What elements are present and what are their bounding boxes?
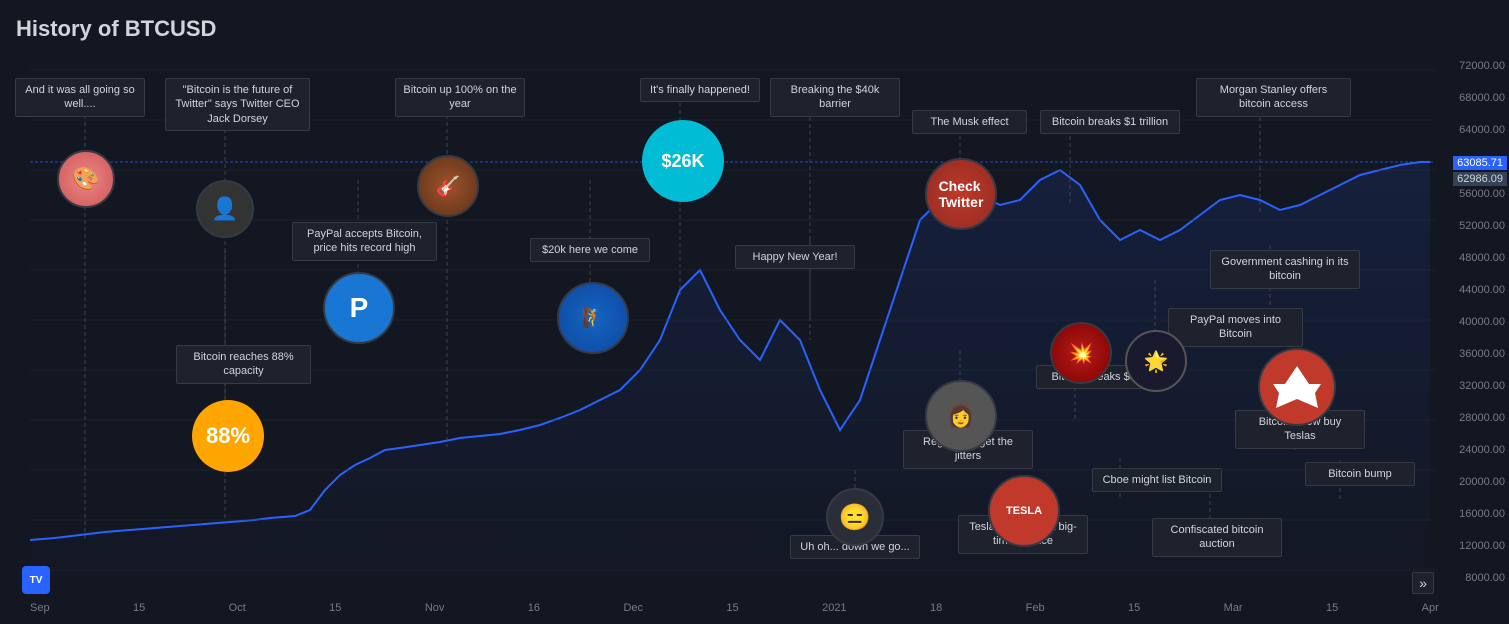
x-label-15c: 15 [726,602,738,614]
x-label-sep: Sep [30,602,50,614]
y-label-52k: 52000.00 [1459,220,1505,232]
x-label-oct: Oct [229,602,246,614]
y-label-72k: 72000.00 [1459,60,1505,72]
annotation-circle-20k: 🧗 [557,282,629,354]
annotation-circle-musk: CheckTwitter [925,158,997,230]
annotation-circle-50k: 💥 [1050,322,1112,384]
y-label-28k: 28000.00 [1459,412,1505,424]
y-label-64k: 64000.00 [1459,124,1505,136]
x-label-15a: 15 [133,602,145,614]
annotation-circle-tesla-bounce: TESLA [988,475,1060,547]
y-axis: 72000.00 68000.00 64000.00 60000.00 5600… [1459,0,1505,624]
annotation-circle-going-well: 🎨 [57,150,115,208]
x-label-15e: 15 [1326,602,1338,614]
nav-next-arrow[interactable]: » [1412,572,1434,594]
y-label-68k: 68000.00 [1459,92,1505,104]
annotation-circle-100pct: 🎸 [417,155,479,217]
x-label-2021: 2021 [822,602,846,614]
y-label-56k: 56000.00 [1459,188,1505,200]
annotation-circle-regulators: 👩 [925,380,997,452]
x-label-16: 16 [528,602,540,614]
y-label-48k: 48000.00 [1459,252,1505,264]
x-label-feb: Feb [1026,602,1045,614]
x-label-18: 18 [930,602,942,614]
x-label-15d: 15 [1128,602,1140,614]
price-chart [0,0,1509,624]
x-label-apr: Apr [1422,602,1439,614]
y-label-40k: 40000.00 [1459,316,1505,328]
tv-logo: TV [22,566,50,594]
y-label-24k: 24000.00 [1459,444,1505,456]
x-axis: Sep 15 Oct 15 Nov 16 Dec 15 2021 18 Feb … [30,602,1439,614]
chart-container: History of BTCUSD [0,0,1509,624]
annotation-circle-tesla-buy [1258,348,1336,426]
annotation-circle-paypal: P [323,272,395,344]
y-label-12k: 12000.00 [1459,540,1505,552]
x-label-nov: Nov [425,602,445,614]
price-prev-badge: 62986.09 [1453,172,1507,186]
x-label-mar: Mar [1224,602,1243,614]
x-label-dec: Dec [623,602,643,614]
price-current-badge: 63085.71 [1453,156,1507,170]
annotation-circle-88pct: 88% [192,400,264,472]
y-label-36k: 36000.00 [1459,348,1505,360]
annotation-circle-down: 😑 [826,488,884,546]
y-label-16k: 16000.00 [1459,508,1505,520]
annotation-circle-26k: $26K [642,120,724,202]
y-label-32k: 32000.00 [1459,380,1505,392]
annotation-circle-twitter-ceo: 👤 [196,180,254,238]
annotation-circle-paypal2: 🌟 [1125,330,1187,392]
y-label-8k: 8000.00 [1459,572,1505,584]
y-label-20k: 20000.00 [1459,476,1505,488]
x-label-15b: 15 [329,602,341,614]
y-label-44k: 44000.00 [1459,284,1505,296]
